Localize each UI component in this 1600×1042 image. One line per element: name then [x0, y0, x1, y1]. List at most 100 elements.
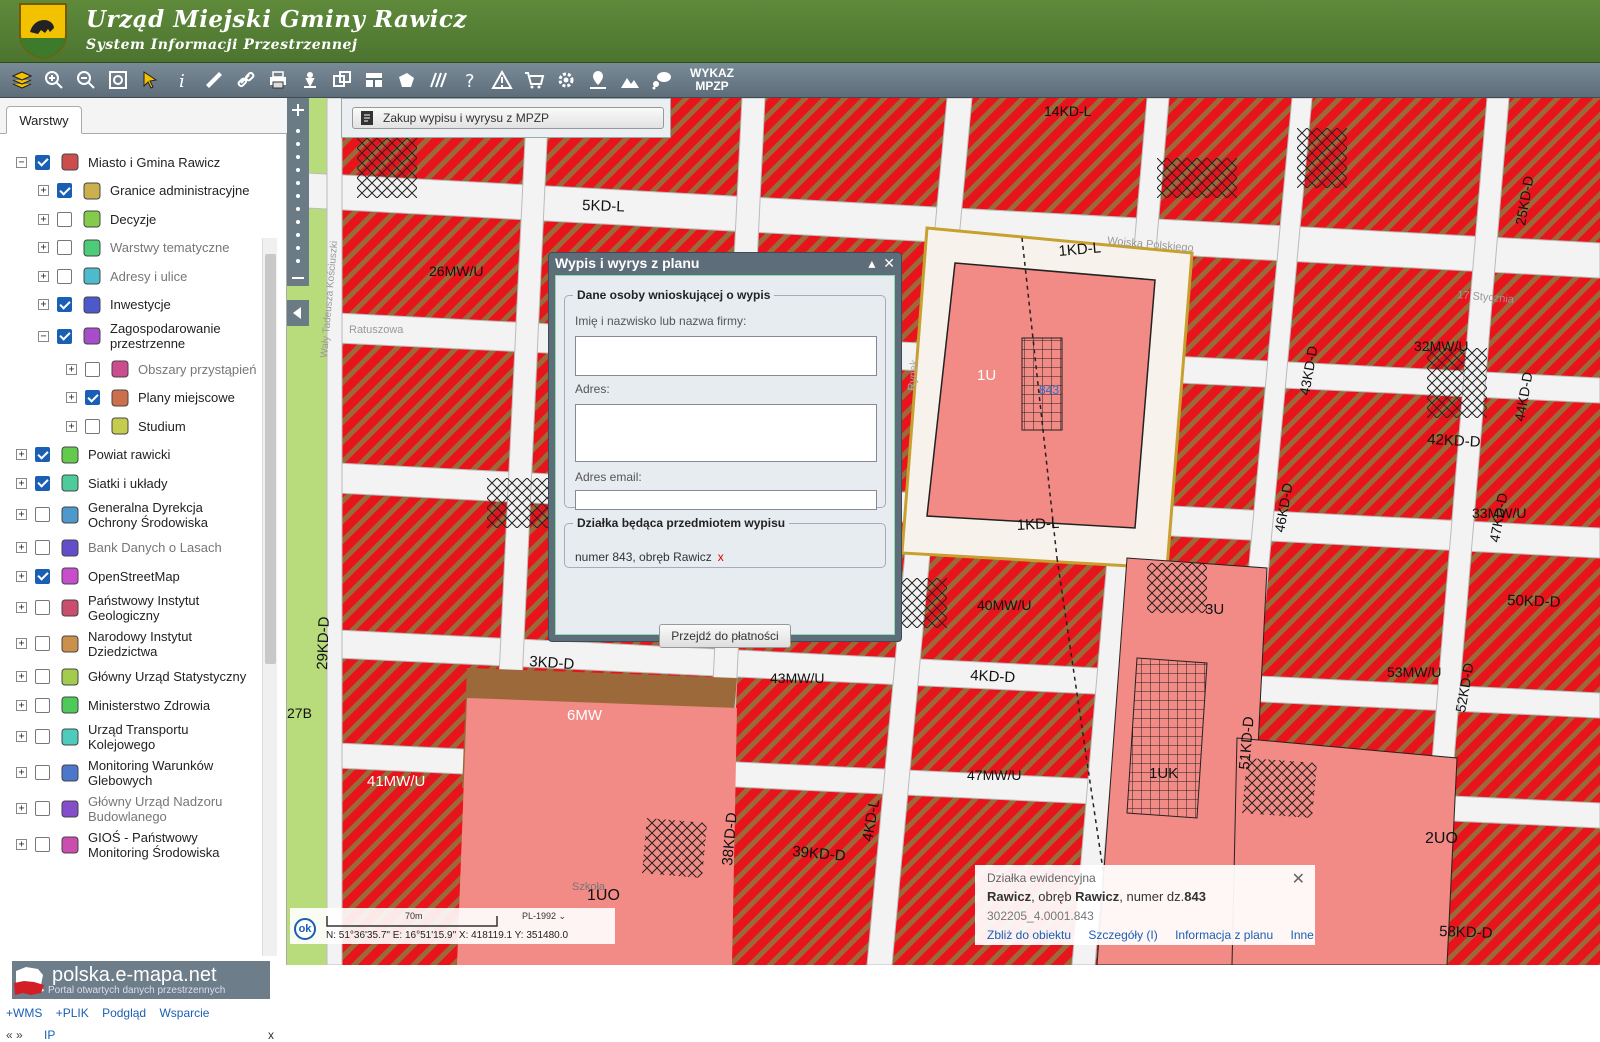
info-close-icon[interactable]: ✕ [1292, 869, 1305, 889]
layer-row[interactable]: + Siatki i układy [16, 471, 167, 495]
email-field[interactable] [575, 490, 877, 510]
layers-icon[interactable] [6, 65, 38, 95]
layer-row[interactable]: + Główny Urząd Nadzoru Budowlanego [16, 794, 248, 824]
layer-checkbox[interactable] [35, 154, 50, 170]
remove-parcel-button[interactable]: x [718, 550, 724, 564]
purchase-extract-button[interactable]: Zakup wypisu i wyrysu z MPZP [352, 107, 664, 129]
layer-checkbox[interactable] [57, 183, 72, 198]
layer-checkbox[interactable] [35, 636, 50, 651]
pin-icon[interactable] [582, 65, 614, 95]
ok-button[interactable]: ok [294, 918, 316, 940]
layer-row[interactable]: + Granice administracyjne [38, 179, 249, 203]
projection-select[interactable]: PL-1992 ⌄ [522, 911, 566, 922]
collapse-panel-arrow-icon[interactable] [287, 300, 309, 326]
expand-icon[interactable]: + [16, 839, 27, 850]
expand-icon[interactable]: + [16, 699, 27, 711]
zoom-in-icon[interactable] [38, 65, 70, 95]
select-icon[interactable] [134, 65, 166, 95]
layer-row[interactable]: + OpenStreetMap [16, 564, 180, 588]
ip-link[interactable]: IP [44, 1028, 55, 1042]
layer-row[interactable]: + Główny Urząd Statystyczny [16, 665, 246, 689]
layer-checkbox[interactable] [85, 361, 100, 377]
layer-row[interactable]: + Państwowy Instytut Geologiczny [16, 593, 248, 623]
locate-icon[interactable] [294, 65, 326, 95]
zoning-plan-map[interactable]: 1KD-L1KD-L1U8435KD-L26MW/U32MW/U33MW/U40… [287, 98, 1600, 965]
expand-icon[interactable]: + [16, 509, 27, 520]
layer-checkbox[interactable] [35, 540, 50, 555]
zoom-to-object-link[interactable]: Zbliż do obiektu [987, 928, 1071, 942]
tab-layers[interactable]: Warstwy [6, 106, 82, 134]
measure-icon[interactable] [198, 65, 230, 95]
zoom-out-icon[interactable] [70, 65, 102, 95]
layer-row[interactable]: − Zagospodarowanie przestrzenne [38, 321, 264, 351]
layer-row[interactable]: + Ministerstwo Zdrowia [16, 693, 210, 717]
layer-row[interactable]: − Miasto i Gmina Rawicz [16, 150, 220, 174]
expand-icon[interactable]: + [16, 671, 27, 682]
layer-row[interactable]: + Generalna Dyrekcja Ochrony Środowiska [16, 500, 248, 530]
info-icon[interactable]: i [166, 65, 198, 95]
add-wms-link[interactable]: +WMS [6, 1006, 42, 1020]
settings-icon[interactable] [550, 65, 582, 95]
shape-icon[interactable] [390, 65, 422, 95]
expand-icon[interactable]: + [38, 270, 49, 282]
compare-icon[interactable] [326, 65, 358, 95]
expand-icon[interactable]: + [38, 242, 49, 253]
expand-icon[interactable]: + [16, 570, 27, 582]
layer-checkbox[interactable] [57, 211, 72, 227]
layer-checkbox[interactable] [35, 447, 50, 462]
cart-icon[interactable] [518, 65, 550, 95]
details-link[interactable]: Szczegóły (I) [1088, 928, 1157, 942]
expand-icon[interactable]: + [16, 449, 27, 460]
layer-checkbox[interactable] [85, 390, 100, 405]
layer-row[interactable]: + GIOŚ - Państwowy Monitoring Środowiska [16, 830, 248, 860]
expand-icon[interactable]: + [66, 363, 77, 375]
hatch-icon[interactable] [422, 65, 454, 95]
layer-checkbox[interactable] [35, 600, 50, 615]
layer-row[interactable]: + Narodowy Instytut Dziedzictwa [16, 629, 248, 659]
collapse-icon[interactable]: − [16, 156, 27, 168]
layer-tree-scrollbar[interactable] [262, 238, 277, 956]
collapse-icon[interactable]: ▴ [868, 255, 875, 271]
layer-row[interactable]: + Studium [66, 414, 186, 438]
preview-link[interactable]: Podgląd [102, 1006, 146, 1020]
zoom-extent-icon[interactable] [102, 65, 134, 95]
expand-icon[interactable]: + [66, 420, 77, 432]
layer-checkbox[interactable] [35, 507, 50, 522]
expand-icon[interactable]: + [16, 803, 27, 814]
expand-icon[interactable]: + [16, 638, 27, 649]
layer-checkbox[interactable] [35, 475, 50, 491]
layer-checkbox[interactable] [35, 801, 50, 816]
layer-row[interactable]: + Urząd Transportu Kolejowego [16, 722, 248, 752]
print-icon[interactable] [262, 65, 294, 95]
layer-row[interactable]: + Obszary przystąpień [66, 357, 257, 381]
terrain-icon[interactable] [614, 65, 646, 95]
layer-row[interactable]: + Warstwy tematyczne [38, 236, 229, 260]
layer-row[interactable]: + Inwestycje [38, 293, 171, 317]
other-link[interactable]: Inne [1291, 928, 1314, 942]
collapse-icon[interactable]: − [38, 330, 49, 342]
layer-row[interactable]: + Monitoring Warunków Glebowych [16, 758, 248, 788]
layer-checkbox[interactable] [57, 328, 72, 344]
address-field[interactable] [575, 404, 877, 462]
expand-icon[interactable]: + [16, 477, 27, 489]
name-field[interactable] [575, 336, 877, 376]
layer-checkbox[interactable] [35, 568, 50, 584]
zoom-slider[interactable] [287, 98, 309, 286]
layer-checkbox[interactable] [35, 837, 50, 852]
map-canvas[interactable]: 1KD-L 1KD-L 1U 843 5KD-L 26MW/U 32MW/U 33MW/U 40… [287, 98, 1600, 965]
layer-checkbox[interactable] [35, 697, 50, 713]
expand-icon[interactable]: + [38, 213, 49, 225]
emapa-logo[interactable]: polska.e-mapa.net Portal otwartych danyc… [12, 961, 270, 999]
close-icon[interactable]: ✕ [883, 255, 895, 271]
expand-icon[interactable]: + [16, 602, 27, 613]
scrollbar-thumb[interactable] [265, 254, 276, 664]
layer-row[interactable]: + Bank Danych o Lasach [16, 536, 222, 560]
layer-row[interactable]: + Adresy i ulice [38, 264, 187, 288]
layer-row[interactable]: + Plany miejscowe [66, 386, 235, 410]
layer-checkbox[interactable] [57, 268, 72, 284]
warning-icon[interactable] [486, 65, 518, 95]
expand-icon[interactable]: + [66, 392, 77, 403]
layer-checkbox[interactable] [35, 765, 50, 780]
layer-checkbox[interactable] [35, 729, 50, 744]
link-icon[interactable] [230, 65, 262, 95]
